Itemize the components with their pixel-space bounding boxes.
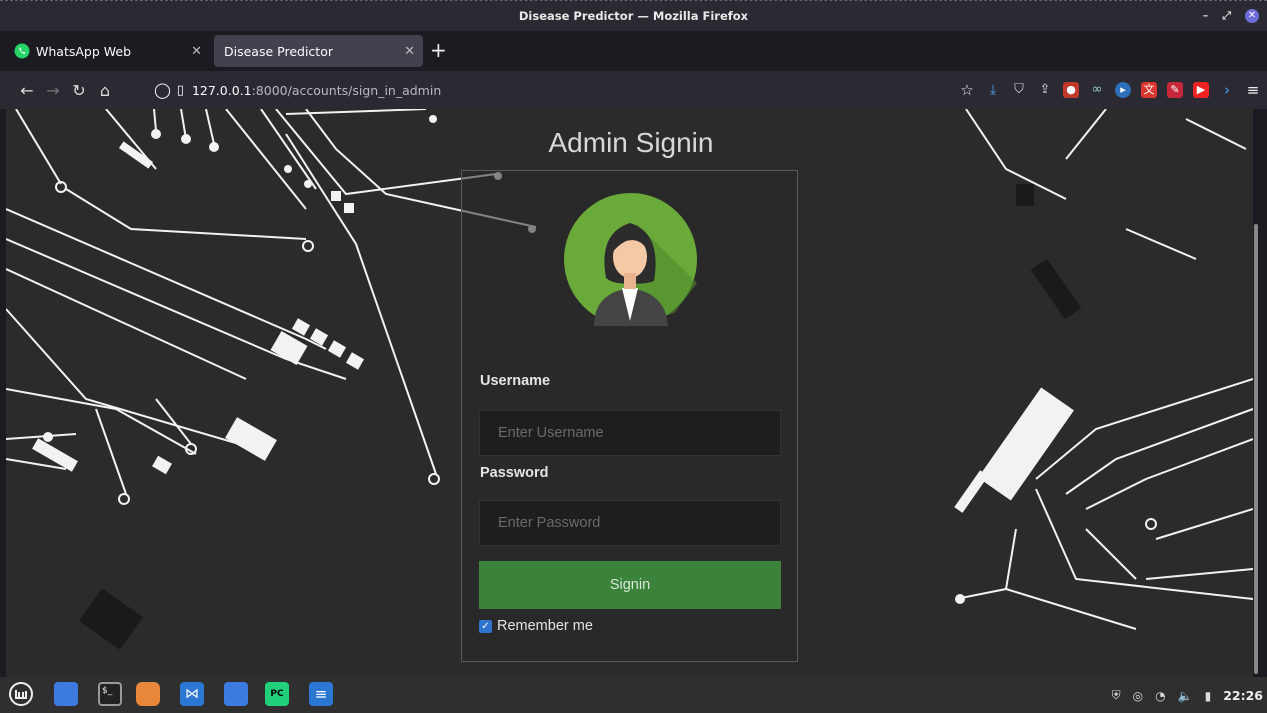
- cursor-extension-icon[interactable]: ▸: [1115, 82, 1131, 98]
- wifi-icon[interactable]: ◔: [1155, 689, 1165, 703]
- terminal-icon[interactable]: $_: [98, 682, 122, 706]
- firefox-icon[interactable]: [136, 682, 160, 706]
- signin-button[interactable]: Signin: [479, 561, 781, 609]
- browser-window: Disease Predictor — Mozilla Firefox – ⤢ …: [0, 0, 1267, 713]
- username-label: Username: [480, 373, 551, 389]
- window-titlebar: Disease Predictor — Mozilla Firefox – ⤢ …: [0, 1, 1267, 31]
- reload-icon[interactable]: ↻: [66, 81, 92, 100]
- download-icon[interactable]: ⤓: [985, 82, 1001, 98]
- window-title: Disease Predictor — Mozilla Firefox: [518, 9, 749, 23]
- system-tray: ⛨ ◎ ◔ 🔈 ▮ 22:26: [1112, 677, 1263, 713]
- scrollbar-thumb[interactable]: [1254, 224, 1258, 674]
- window-controls: – ⤢ ✕: [1203, 1, 1259, 31]
- url-path: :8000/accounts/sign_in_admin: [251, 82, 442, 98]
- folder-icon[interactable]: [224, 682, 248, 706]
- password-label: Password: [480, 465, 549, 481]
- navigation-bar: ← → ↻ ⌂ ◯ ▯ 127.0.0.1:8000/accounts/sign…: [0, 71, 1267, 109]
- remember-checkbox[interactable]: ✓: [479, 619, 492, 633]
- new-tab-icon[interactable]: +: [430, 39, 447, 61]
- tab-disease-predictor[interactable]: Disease Predictor ✕: [214, 35, 423, 67]
- tab-label: WhatsApp Web: [36, 43, 132, 59]
- tab-label: Disease Predictor: [224, 43, 333, 59]
- translate-icon[interactable]: 文: [1141, 82, 1157, 98]
- clock[interactable]: 22:26: [1223, 688, 1263, 703]
- mint-menu-icon[interactable]: [9, 682, 33, 706]
- vscode-icon[interactable]: ⋈: [180, 682, 204, 706]
- password-input[interactable]: Enter Password: [479, 500, 781, 546]
- minimize-icon[interactable]: –: [1203, 1, 1209, 31]
- home-icon[interactable]: ⌂: [92, 81, 118, 100]
- forward-icon[interactable]: →: [40, 81, 66, 100]
- tab-close-icon[interactable]: ✕: [404, 44, 415, 59]
- remember-me[interactable]: ✓ Remember me: [479, 618, 593, 634]
- ublock-icon[interactable]: ●: [1063, 82, 1079, 98]
- share-icon[interactable]: ⇪: [1037, 82, 1053, 98]
- username-input[interactable]: Enter Username: [479, 410, 781, 456]
- update-shield-icon[interactable]: ⛨: [1112, 688, 1121, 703]
- url-host: 127.0.0.1: [191, 82, 252, 98]
- admin-avatar: [564, 193, 697, 326]
- intel-icon[interactable]: ◎: [1133, 689, 1143, 703]
- shield-icon[interactable]: ◯: [154, 81, 171, 99]
- page-icon: ▯: [176, 82, 184, 98]
- bookmark-star-icon[interactable]: ☆: [959, 82, 975, 98]
- more-extensions-icon[interactable]: ›: [1219, 82, 1235, 98]
- url-bar[interactable]: ◯ ▯ 127.0.0.1:8000/accounts/sign_in_admi…: [150, 75, 890, 105]
- tab-bar: WhatsApp Web ✕ Disease Predictor ✕ +: [0, 31, 1267, 71]
- taskbar: $_ ⋈ PC ≡ ⛨ ◎ ◔ 🔈 ▮ 22:26: [0, 677, 1267, 713]
- menu-icon[interactable]: ≡: [1245, 82, 1261, 98]
- whatsapp-icon: [14, 43, 30, 59]
- maximize-icon[interactable]: ⤢: [1222, 1, 1231, 31]
- youtube-extension-icon[interactable]: ▶: [1193, 82, 1209, 98]
- volume-icon[interactable]: 🔈: [1178, 689, 1193, 703]
- files-folder-icon[interactable]: [54, 682, 78, 706]
- toolbar-icons: ☆ ⤓ ⛉ ⇪ ● ∞ ▸ 文 ✎ ▶ › ≡: [959, 71, 1261, 109]
- back-icon[interactable]: ←: [14, 81, 40, 100]
- pen-extension-icon[interactable]: ✎: [1167, 82, 1183, 98]
- page-title: Admin Signin: [548, 127, 714, 158]
- page-content: Admin Signin Username Enter Username Pas…: [6, 109, 1253, 677]
- close-icon[interactable]: ✕: [1245, 9, 1259, 23]
- tab-whatsapp[interactable]: WhatsApp Web ✕: [6, 35, 210, 67]
- page-scrollbar[interactable]: [1253, 109, 1259, 677]
- signin-form: Username Enter Username Password Enter P…: [461, 170, 798, 662]
- pycharm-icon[interactable]: PC: [265, 682, 289, 706]
- battery-icon[interactable]: ▮: [1205, 689, 1212, 703]
- pocket-icon[interactable]: ⛉: [1011, 82, 1027, 98]
- tab-close-icon[interactable]: ✕: [191, 44, 202, 59]
- text-editor-icon[interactable]: ≡: [309, 682, 333, 706]
- remember-label: Remember me: [497, 618, 593, 634]
- spy-icon[interactable]: ∞: [1089, 82, 1105, 98]
